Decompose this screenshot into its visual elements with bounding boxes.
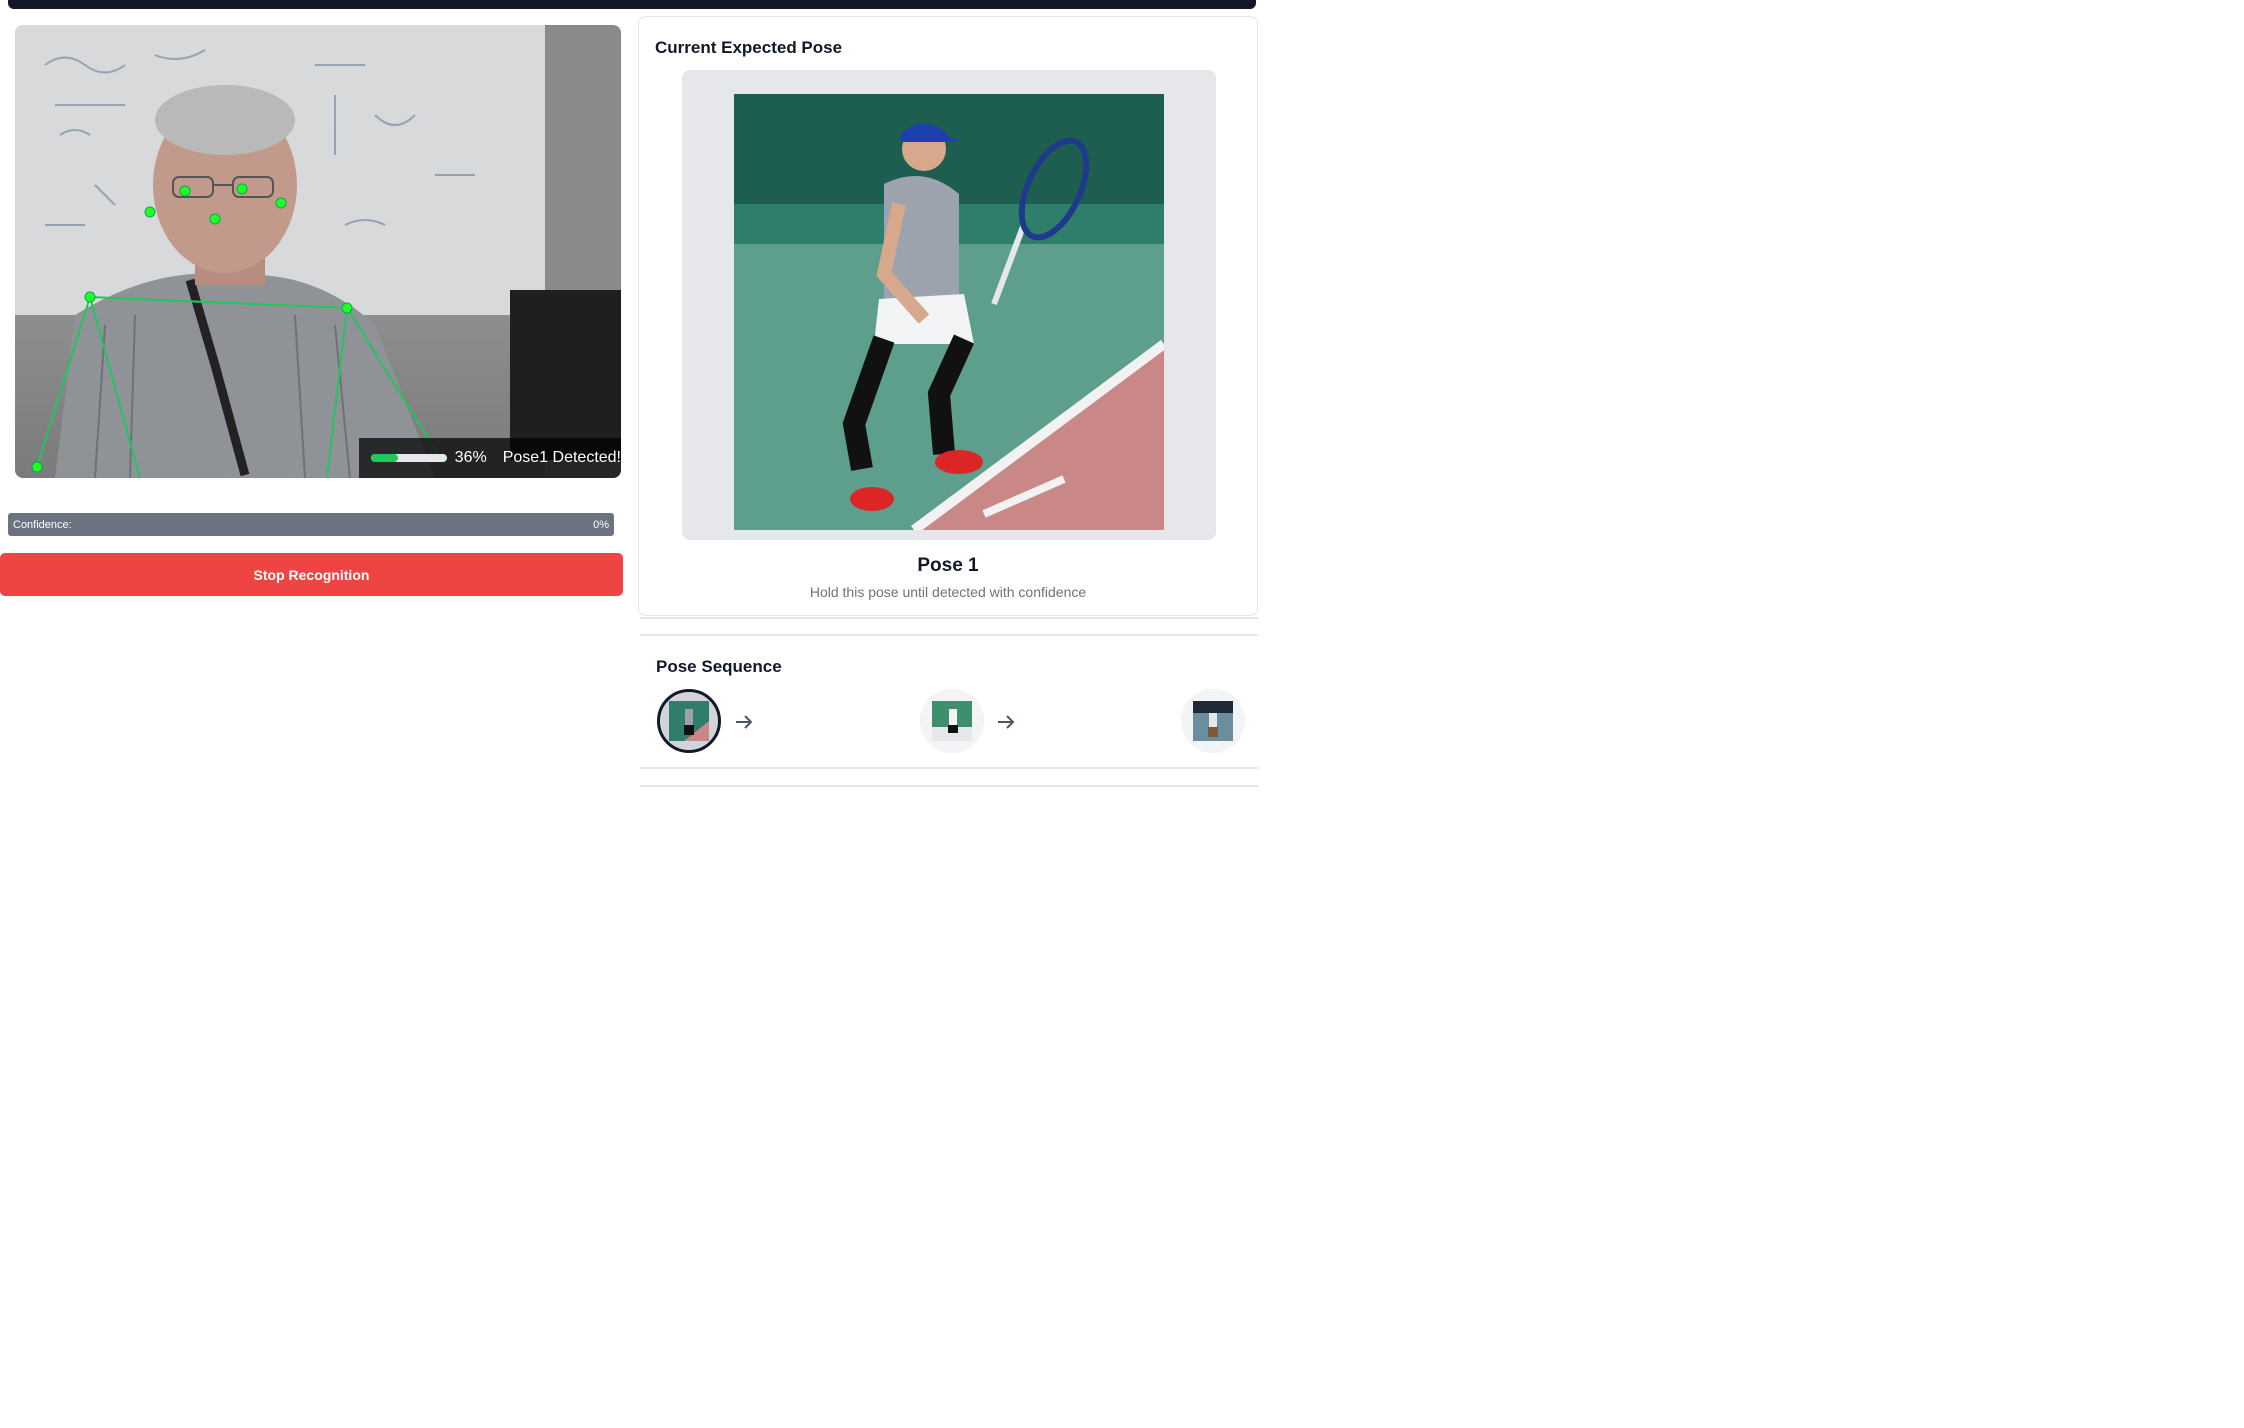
section-divider bbox=[640, 617, 1258, 619]
stop-recognition-button[interactable]: Stop Recognition bbox=[0, 553, 623, 596]
detection-progress-bar bbox=[371, 454, 447, 462]
confidence-value: 0% bbox=[593, 518, 609, 531]
detection-status: Pose1 Detected! bbox=[502, 449, 621, 466]
pose-thumbnail-icon bbox=[669, 701, 709, 741]
pose-thumbnail-icon bbox=[1193, 701, 1233, 741]
section-divider bbox=[640, 634, 1258, 636]
confidence-bar: Confidence: 0% bbox=[8, 513, 614, 536]
pose-hint: Hold this pose until detected with confi… bbox=[809, 584, 1087, 600]
top-header-bar bbox=[8, 0, 1256, 9]
camera-scene bbox=[15, 25, 621, 478]
current-pose-title: Current Expected Pose bbox=[655, 38, 843, 57]
sequence-item-pose-3[interactable] bbox=[1181, 689, 1245, 753]
section-divider bbox=[640, 767, 1258, 769]
pose-reference-image bbox=[734, 94, 1164, 530]
arrow-right-icon bbox=[736, 715, 753, 729]
camera-feed: 36% Pose1 Detected! bbox=[15, 25, 621, 478]
section-divider bbox=[640, 785, 1258, 787]
pose-name: Pose 1 bbox=[917, 555, 979, 576]
confidence-label: Confidence: bbox=[13, 518, 72, 531]
detection-overlay: 36% Pose1 Detected! bbox=[359, 438, 621, 478]
pose-sequence-title: Pose Sequence bbox=[656, 657, 782, 676]
pose-thumbnail-icon bbox=[932, 701, 972, 741]
pose-reference-frame bbox=[682, 70, 1216, 540]
sequence-item-pose-1[interactable] bbox=[657, 689, 721, 753]
detection-percent: 36% bbox=[454, 449, 487, 466]
arrow-right-icon bbox=[998, 715, 1015, 729]
sequence-item-pose-2[interactable] bbox=[920, 689, 984, 753]
detection-progress-fill bbox=[371, 454, 399, 462]
